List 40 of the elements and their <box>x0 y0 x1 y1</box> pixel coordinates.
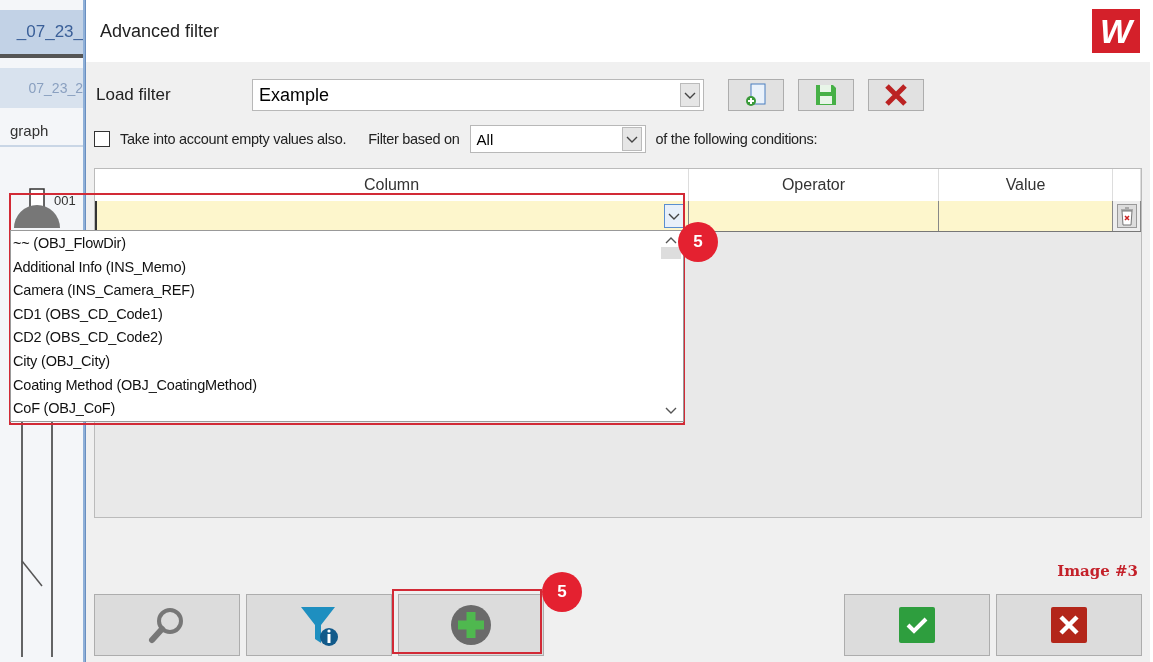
load-filter-label: Load filter <box>95 85 172 105</box>
checkmark-icon <box>899 607 935 643</box>
dropdown-option[interactable]: Coating Method (OBJ_CoatingMethod) <box>11 373 257 398</box>
logo: W <box>1092 9 1140 53</box>
dropdown-option[interactable]: CD2 (OBS_CD_Code2) <box>11 326 163 350</box>
dropdown-option[interactable]: CoF (OBJ_CoF) <box>11 397 116 421</box>
save-button[interactable] <box>798 79 854 111</box>
checkbox-label: Take into account empty values also. <box>120 131 347 147</box>
dropdown-option[interactable]: CD1 (OBS_CD_Code1) <box>11 302 163 327</box>
dropdown-option[interactable]: Camera (INS_Camera_REF) <box>11 279 195 303</box>
dropdown-option[interactable]: ~~ (OBJ_FlowDir) <box>11 232 126 256</box>
conditions-label: of the following conditions: <box>655 131 818 147</box>
scroll-thumb[interactable] <box>661 247 681 259</box>
chevron-down-icon <box>680 83 700 107</box>
delete-filter-button[interactable] <box>868 79 924 111</box>
new-document-icon <box>743 82 769 108</box>
search-button[interactable] <box>94 594 240 656</box>
document-tab[interactable]: _07_23_ <box>0 10 83 58</box>
filter-mode-dropdown[interactable]: All <box>469 125 646 153</box>
new-filter-button[interactable] <box>728 79 784 111</box>
scroll-up-icon[interactable] <box>665 236 677 244</box>
dropdown-option[interactable]: Additional Info (INS_Memo) <box>11 255 186 280</box>
filter-based-on-label: Filter based on <box>368 131 460 147</box>
cancel-button[interactable] <box>996 594 1142 656</box>
node-label: 001 <box>54 193 76 208</box>
image-caption: Image #3 <box>1057 562 1138 582</box>
trash-icon[interactable] <box>1116 204 1137 228</box>
checkbox[interactable] <box>94 131 110 147</box>
window-title: Advanced filter <box>100 20 220 42</box>
plus-icon <box>449 603 493 647</box>
scroll-down-icon[interactable] <box>665 407 677 415</box>
close-icon <box>883 82 909 108</box>
dropdown-option[interactable]: City (OBJ_City) <box>11 349 110 374</box>
load-filter-dropdown[interactable]: Example <box>252 79 704 111</box>
ok-button[interactable] <box>844 594 990 656</box>
close-icon <box>1051 607 1087 643</box>
filter-info-button[interactable] <box>246 594 392 656</box>
tab-label: graph <box>0 118 83 147</box>
chevron-down-icon <box>664 204 684 228</box>
chevron-down-icon <box>621 127 642 151</box>
